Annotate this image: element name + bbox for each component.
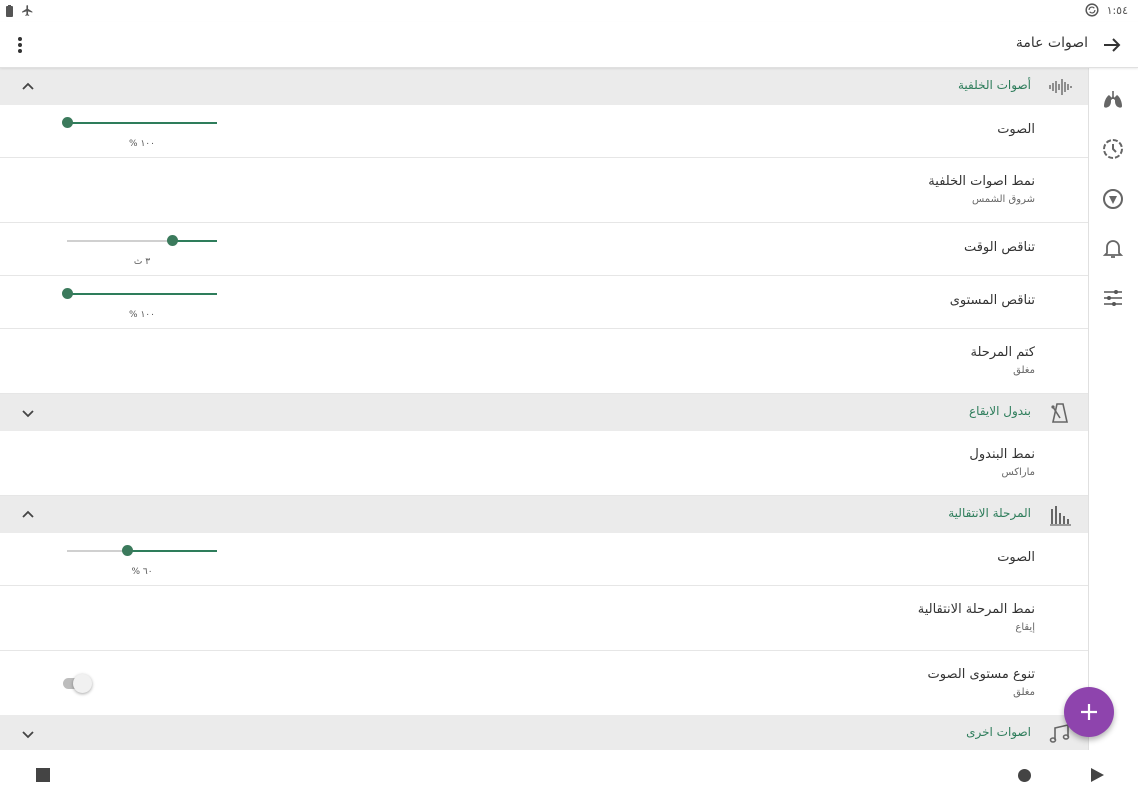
cycle-icon: [1103, 139, 1123, 159]
sync-icon: [1085, 3, 1099, 17]
slider-thumb[interactable]: [62, 117, 73, 128]
stage-mute-row[interactable]: كتم المرحلة مغلق: [0, 329, 1088, 394]
section-header-metronome[interactable]: بندول الايقاع: [0, 394, 1088, 431]
chevron-down-icon: [22, 410, 34, 418]
bell-icon: [1102, 240, 1124, 258]
row-value: مغلق: [1013, 365, 1035, 376]
row-label: الصوت: [997, 122, 1035, 137]
nav-breathing[interactable]: [1101, 88, 1125, 112]
nav-settings[interactable]: [1101, 286, 1125, 310]
airplane-mode-icon: [22, 5, 33, 16]
transition-volume-row: الصوت ٦٠ %: [0, 533, 1088, 586]
pendulum-pattern-row[interactable]: نمط البندول ماراكس: [0, 431, 1088, 496]
row-value: إيقاع: [1015, 622, 1035, 633]
transition-pattern-row[interactable]: نمط المرحلة الانتقالية إيقاع: [0, 586, 1088, 651]
nav-reminders[interactable]: [1101, 236, 1125, 260]
section-header-other-sounds[interactable]: اصوات اخرى: [0, 715, 1088, 750]
stop-button[interactable]: [36, 768, 50, 782]
record-button[interactable]: [1018, 769, 1031, 782]
status-time: ١:٥٤: [1106, 3, 1128, 17]
bg-pattern-row[interactable]: نمط اصوات الخلفية شروق الشمس: [0, 158, 1088, 223]
level-fade-slider[interactable]: [62, 288, 217, 300]
section-title: بندول الايقاع: [969, 404, 1031, 418]
row-label: نمط البندول: [969, 447, 1035, 462]
row-label: نمط اصوات الخلفية: [928, 174, 1035, 189]
compass-icon: [1103, 189, 1123, 209]
section-title: أصوات الخلفية: [957, 78, 1031, 92]
chevron-down-icon: [22, 731, 34, 739]
metronome-icon: [1051, 403, 1068, 423]
lungs-icon: [1104, 91, 1122, 108]
section-header-background-sounds[interactable]: أصوات الخلفية: [0, 68, 1088, 105]
back-button[interactable]: [1100, 33, 1124, 57]
add-fab-button[interactable]: [1064, 687, 1114, 737]
nav-cycle[interactable]: [1101, 137, 1125, 161]
tune-icon: [1104, 290, 1122, 306]
chevron-up-icon: [22, 510, 34, 518]
chevron-up-icon: [22, 82, 34, 90]
playback-controls: [0, 750, 1138, 800]
nav-explore[interactable]: [1101, 187, 1125, 211]
slider-thumb[interactable]: [167, 235, 178, 246]
row-label: نمط المرحلة الانتقالية: [917, 602, 1035, 617]
slider-value: ١٠٠ %: [129, 139, 155, 149]
row-label: تنوع مستوى الصوت: [927, 667, 1035, 682]
app-bar: اصوات عامة: [0, 22, 1138, 68]
slider-thumb[interactable]: [62, 288, 73, 299]
time-fade-slider[interactable]: [67, 235, 217, 247]
row-value: مغلق: [1013, 687, 1035, 698]
slider-value: ١٠٠ %: [129, 310, 155, 320]
section-header-transition[interactable]: المرحلة الانتقالية: [0, 496, 1088, 533]
row-label: تناقص الوقت: [963, 240, 1035, 255]
row-label: تناقص المستوى: [949, 293, 1035, 308]
slider-value: ٣ ث: [133, 257, 151, 267]
row-label: كتم المرحلة: [970, 345, 1035, 360]
level-fade-row: تناقص المستوى ١٠٠ %: [0, 276, 1088, 329]
nav-rail: [1088, 68, 1138, 750]
settings-list: أصوات الخلفية الصوت ١٠٠ % نمط اصوات الخل…: [0, 68, 1088, 750]
overflow-menu-button[interactable]: [10, 33, 30, 57]
more-vert-icon: [18, 37, 22, 53]
transition-volume-slider[interactable]: [67, 545, 217, 557]
page-title: اصوات عامة: [1015, 35, 1088, 51]
row-label: الصوت: [997, 550, 1035, 565]
row-value: شروق الشمس: [972, 194, 1035, 205]
play-button[interactable]: [1089, 767, 1105, 783]
bars-icon: [1050, 506, 1071, 526]
section-title: المرحلة الانتقالية: [948, 506, 1031, 520]
bg-volume-slider[interactable]: [62, 117, 217, 129]
slider-thumb[interactable]: [122, 545, 133, 556]
play-icon: [1091, 768, 1104, 782]
slider-value: ٦٠ %: [131, 567, 153, 577]
status-bar: ١:٥٤: [0, 0, 1138, 22]
battery-icon: [6, 4, 13, 17]
bg-volume-row: الصوت ١٠٠ %: [0, 105, 1088, 158]
time-fade-row: تناقص الوقت ٣ ث: [0, 223, 1088, 276]
plus-icon: [1081, 704, 1097, 720]
row-value: ماراكس: [1001, 467, 1035, 478]
arrow-back-icon: [1104, 38, 1121, 52]
waveform-icon: [1049, 79, 1072, 95]
volume-variation-switch[interactable]: [63, 673, 93, 693]
section-title: اصوات اخرى: [966, 725, 1031, 739]
volume-variation-row[interactable]: تنوع مستوى الصوت مغلق: [0, 651, 1088, 716]
